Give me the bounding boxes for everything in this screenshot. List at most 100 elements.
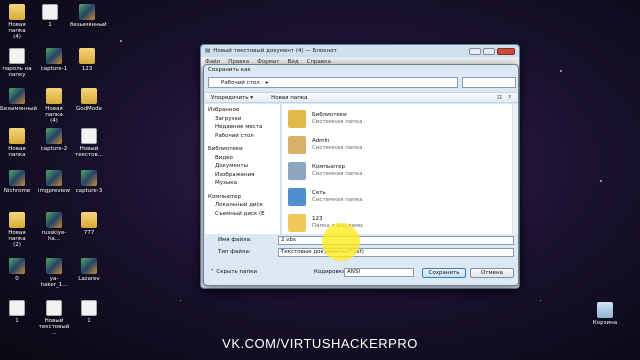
desktop-icon[interactable]: Новый текстовый ... <box>37 300 71 336</box>
help-icon[interactable]: ? <box>508 95 511 101</box>
nav-group[interactable]: Избранное <box>205 107 280 116</box>
doc-icon <box>81 300 97 316</box>
chevron-right-icon[interactable]: ▸ <box>266 80 269 86</box>
desktop-icon[interactable]: russkiye-ha... <box>37 212 71 242</box>
desktop-icon-label: 1 <box>48 22 52 28</box>
maximize-button[interactable] <box>483 47 495 55</box>
nav-group[interactable]: Компьютер <box>205 194 280 203</box>
doc-icon <box>9 300 25 316</box>
close-button[interactable] <box>497 47 515 55</box>
list-item-type: Системная папка <box>312 119 363 125</box>
notepad-title-bar[interactable]: ▤ Новый текстовый документ (4) — Блокнот <box>201 45 519 57</box>
star <box>540 300 541 301</box>
hide-folders-label: Скрыть папки <box>216 269 258 275</box>
list-item[interactable]: Библиотеки Системная папка <box>288 108 488 130</box>
desktop-icon[interactable]: imgpreview <box>37 170 71 194</box>
nav-item[interactable]: Недавние места <box>205 124 280 133</box>
desktop-icon-label: russkiye-ha... <box>41 230 67 243</box>
address-text: Рабочий стол <box>221 79 260 86</box>
desktop-icon[interactable]: 123 <box>70 48 104 72</box>
desktop-icon[interactable]: 1 <box>0 300 34 324</box>
folder-icon <box>79 48 95 64</box>
desktop-icon[interactable]: Lazarev <box>72 258 106 282</box>
desktop-icon-label: 1 <box>15 318 19 324</box>
filename-input[interactable]: 2.vbs <box>278 236 514 245</box>
list-item[interactable]: Admin Системная папка <box>288 134 488 156</box>
desktop-icon[interactable]: capture-2 <box>37 128 71 152</box>
list-item[interactable]: 123Папка с файлами <box>288 212 488 234</box>
list-item-text: Admin Системная папка <box>312 138 362 153</box>
desktop-icon[interactable]: Безымянный <box>0 88 37 112</box>
desktop-icon[interactable]: capture-1 <box>37 48 71 72</box>
desktop-icon-label: GodMode <box>75 106 103 112</box>
encoding-select[interactable]: ANSI <box>344 268 414 277</box>
view-controls: ☷ ? <box>497 95 511 101</box>
desktop-icon[interactable]: Новая папка <box>0 128 34 158</box>
img-icon <box>79 4 95 20</box>
save-button[interactable]: Сохранить <box>422 268 466 278</box>
cancel-button[interactable]: Отмена <box>470 268 514 278</box>
nav-group[interactable]: Библиотеки <box>205 146 280 155</box>
filename-label: Имя файла: <box>218 237 252 243</box>
filetype-label: Тип файла: <box>218 249 251 255</box>
list-item-name: 123 <box>312 215 323 222</box>
notepad-icon: ▤ <box>205 48 211 54</box>
minimize-button[interactable] <box>469 47 481 55</box>
new-folder-button[interactable]: Новая папка <box>271 95 307 101</box>
desktop-icon[interactable]: ya-haker_1... <box>37 258 71 288</box>
desktop-icon-label: Новая папка (4) <box>45 106 63 125</box>
nav-item[interactable]: Рабочий стол <box>205 133 280 142</box>
img-icon <box>9 88 25 104</box>
file-list-scrollbar[interactable] <box>512 104 518 234</box>
list-item[interactable]: Компьютер Системная папка <box>288 160 488 182</box>
search-input[interactable] <box>462 77 516 88</box>
desktop-icon[interactable]: 1 <box>33 4 67 28</box>
navigation-pane: Избранное Загрузки Недавние места Рабочий с… <box>205 104 281 234</box>
desktop-icon[interactable]: 0 <box>0 258 34 282</box>
folder-icon <box>288 110 306 128</box>
desktop-icon[interactable]: пароль на папку <box>0 48 34 78</box>
desktop-icon-label: Lazarev <box>78 276 100 282</box>
desktop-icon-label: capture-3 <box>75 188 103 194</box>
list-item-name: Библиотеки <box>312 111 347 118</box>
nav-item[interactable]: Съемный диск (E <box>205 211 280 220</box>
img-icon <box>46 170 62 186</box>
folder-icon <box>9 212 25 228</box>
desktop-icon[interactable]: 1 <box>72 300 106 324</box>
desktop-icon-label: Новый текстовый ... <box>38 318 70 337</box>
desktop-icon[interactable]: Новая папка (2) <box>0 212 34 248</box>
filetype-select[interactable]: Текстовые документы (*.txt) <box>278 248 514 257</box>
nav-item[interactable]: Загрузки <box>205 116 280 125</box>
file-list: Библиотеки Системная папка Admin Системная … <box>282 104 518 234</box>
nav-item[interactable]: Локальный диск <box>205 202 280 211</box>
desktop-icon[interactable]: capture-3 <box>72 170 106 194</box>
hide-folders-toggle[interactable]: ⌃ Скрыть папки <box>210 269 257 275</box>
nav-item[interactable]: Изображения <box>205 172 280 181</box>
desktop-icon[interactable]: Новая папка (4) <box>0 4 34 40</box>
desktop-icon[interactable]: Корзина <box>588 302 622 326</box>
desktop-icon-label: capture-2 <box>40 146 68 152</box>
organize-button[interactable]: Упорядочить ▾ <box>211 95 253 101</box>
address-bar[interactable]: Рабочий стол ▸ <box>208 77 458 88</box>
view-options-icon[interactable]: ☷ <box>497 95 502 101</box>
desktop-icon[interactable]: GodMode <box>72 88 106 112</box>
img-icon <box>46 258 62 274</box>
desktop-icon[interactable]: безымянный <box>70 4 107 28</box>
dialog-toolbar: Упорядочить ▾ Новая папка ☷ ? <box>205 92 517 103</box>
nav-item[interactable]: Музыка <box>205 180 280 189</box>
desktop-icon[interactable]: Новый текстов... <box>72 128 106 158</box>
nav-item[interactable]: Видео <box>205 155 280 164</box>
nav-item[interactable]: Документы <box>205 163 280 172</box>
doc-icon <box>9 48 25 64</box>
desktop-icon[interactable]: Nichrome <box>0 170 34 194</box>
chevron-up-icon: ⌃ <box>210 269 215 275</box>
list-item[interactable]: Сеть Системная папка <box>288 186 488 208</box>
save-as-dialog[interactable]: Сохранить как Рабочий стол ▸ Упорядочить… <box>203 64 519 286</box>
img-icon <box>46 128 62 144</box>
desktop-icon-label: Безымянный <box>0 106 37 112</box>
folder-icon <box>81 88 97 104</box>
desktop-icon[interactable]: 777 <box>72 212 106 236</box>
folder-icon <box>9 4 25 20</box>
desktop-icon[interactable]: Новая папка (4) <box>37 88 71 124</box>
img-icon <box>81 258 97 274</box>
